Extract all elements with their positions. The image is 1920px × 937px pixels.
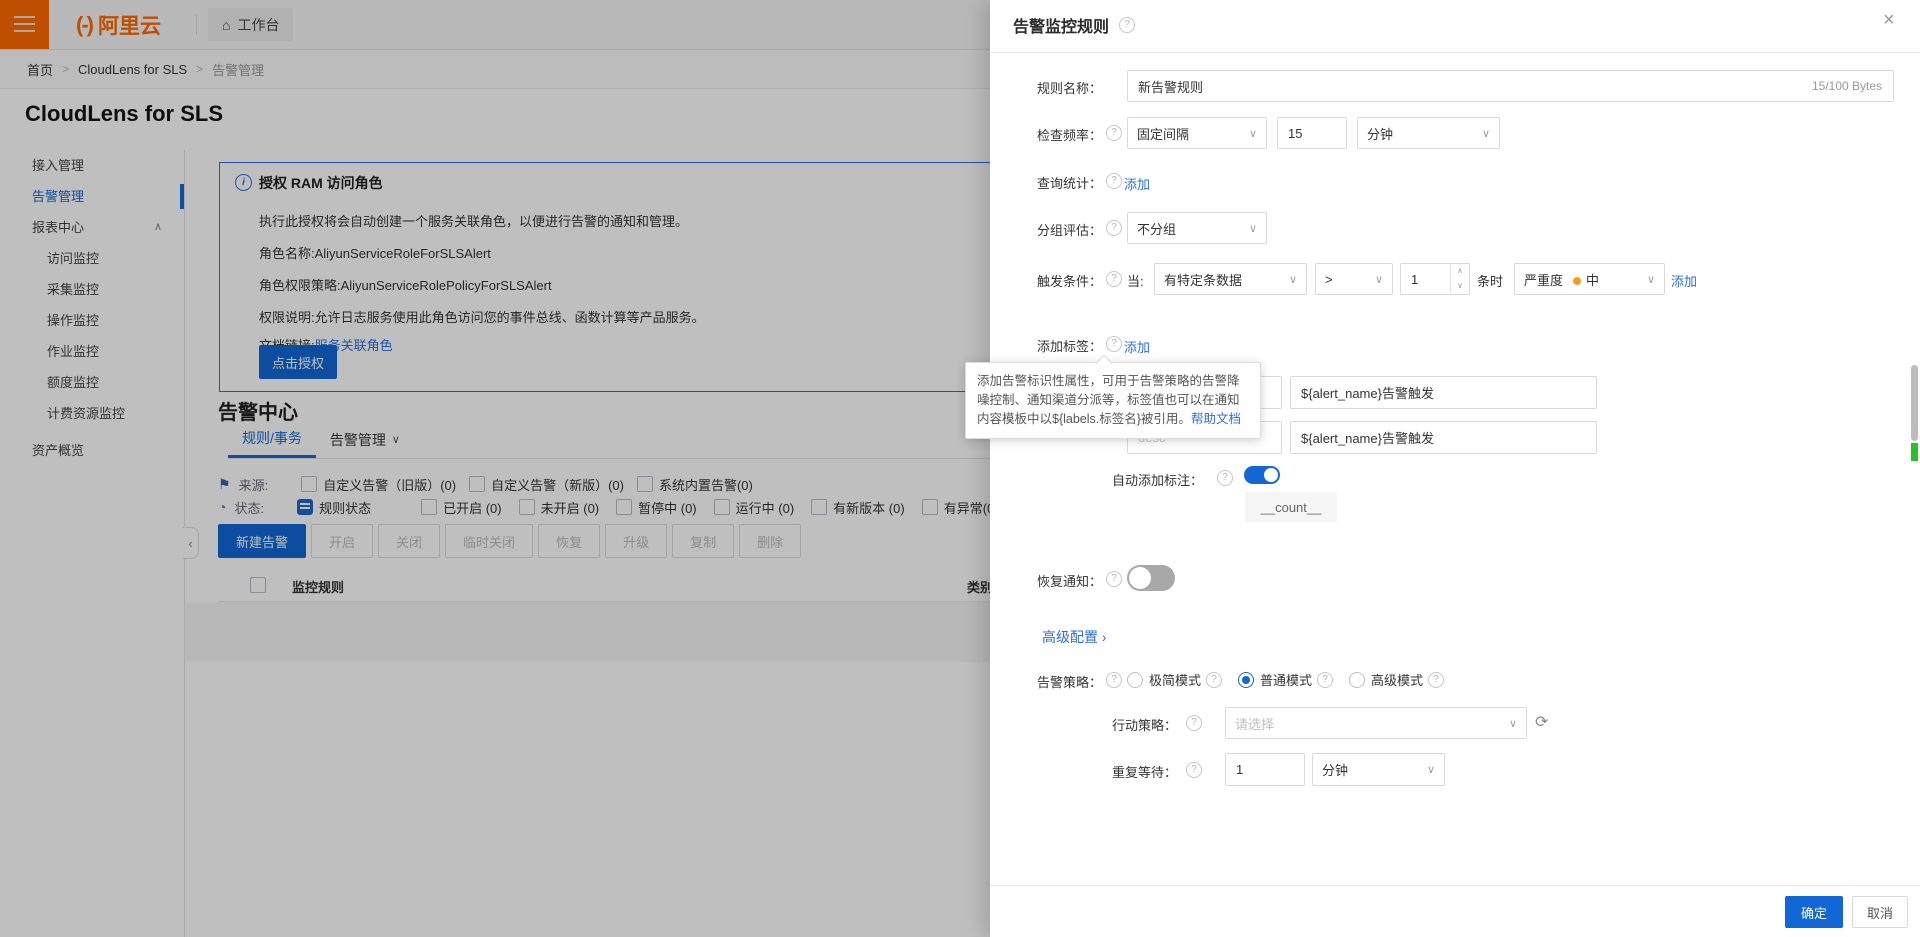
- repeat-wait-input[interactable]: [1225, 753, 1305, 786]
- add-labels-add-link[interactable]: 添加: [1124, 337, 1150, 356]
- auto-annotation-toggle[interactable]: [1244, 466, 1280, 484]
- chevron-down-icon: ∨: [1249, 127, 1257, 140]
- screen: (-) 阿里云 ⌂ 工作台 首页 > CloudLens for SLS > 告…: [0, 0, 1920, 937]
- recover-notify-label: 恢复通知：: [990, 571, 1102, 590]
- query-stats-label: 查询统计：: [990, 173, 1102, 192]
- modal-dim-overlay: [0, 0, 990, 937]
- trigger-condition-select[interactable]: 有特定条数据 ∨: [1154, 263, 1307, 295]
- alert-policy-radio[interactable]: 高级模式 ?: [1349, 670, 1444, 689]
- chevron-down-icon: ∨: [1647, 273, 1655, 286]
- group-eval-select[interactable]: 不分组 ∨: [1127, 212, 1267, 244]
- interval-value-input[interactable]: [1277, 117, 1347, 149]
- number-spinner: ∧ ∨: [1450, 264, 1469, 294]
- chevron-down-icon: ∨: [1289, 273, 1297, 286]
- chevron-down-icon: ∨: [1427, 763, 1435, 776]
- help-icon[interactable]: ?: [1106, 173, 1122, 189]
- close-icon[interactable]: ×: [1883, 10, 1895, 30]
- trigger-suffix-text: 条时: [1477, 271, 1503, 290]
- radio-icon[interactable]: [1127, 672, 1143, 688]
- drawer-scrollbar-thumb[interactable]: [1911, 365, 1918, 441]
- query-stats-add-link[interactable]: 添加: [1124, 174, 1150, 193]
- annotation-title-value-input[interactable]: [1290, 376, 1597, 409]
- radio-icon[interactable]: [1349, 672, 1365, 688]
- drawer-footer: 确定 取消: [990, 885, 1920, 937]
- help-icon[interactable]: ?: [1106, 672, 1122, 688]
- drawer-scrollbar-marker: [1911, 443, 1918, 461]
- alert-policy-radio[interactable]: 普通模式 ?: [1238, 670, 1333, 689]
- help-icon[interactable]: ?: [1206, 672, 1222, 688]
- help-icon[interactable]: ?: [1119, 17, 1135, 33]
- chevron-down-icon: ∨: [1375, 273, 1383, 286]
- action-policy-select[interactable]: 请选择 ∨: [1225, 707, 1527, 739]
- severity-dot-icon: [1573, 277, 1581, 285]
- recover-notify-toggle[interactable]: [1127, 565, 1175, 591]
- rule-name-counter: 15/100 Bytes: [1812, 79, 1882, 93]
- help-icon[interactable]: ?: [1106, 125, 1122, 141]
- trigger-count-input[interactable]: 1 ∧ ∨: [1400, 263, 1470, 295]
- severity-select[interactable]: 严重度中 ∨: [1514, 263, 1665, 295]
- spinner-up-icon[interactable]: ∧: [1451, 264, 1469, 279]
- help-icon[interactable]: ?: [1317, 672, 1333, 688]
- tooltip-help-doc-link[interactable]: 帮助文档: [1191, 412, 1241, 426]
- interval-type-select[interactable]: 固定间隔 ∨: [1127, 117, 1267, 149]
- rule-name-label: 规则名称：: [990, 78, 1102, 97]
- drawer-title: 告警监控规则: [1013, 13, 1109, 37]
- help-icon[interactable]: ?: [1217, 470, 1233, 486]
- add-labels-label: 添加标签：: [990, 336, 1102, 355]
- help-icon[interactable]: ?: [1186, 715, 1202, 731]
- repeat-wait-label: 重复等待：: [990, 762, 1177, 781]
- check-frequency-label: 检查频率：: [990, 125, 1102, 144]
- help-icon[interactable]: ?: [1106, 336, 1122, 352]
- help-icon[interactable]: ?: [1106, 571, 1122, 587]
- trigger-operator-select[interactable]: > ∨: [1315, 263, 1393, 295]
- alert-policy-radio-group: 极简模式 ? 普通模式 ? 高级模式 ?: [1127, 670, 1460, 689]
- help-icon[interactable]: ?: [1106, 271, 1122, 287]
- radio-icon[interactable]: [1238, 672, 1254, 688]
- count-annotation-chip: __count__: [1245, 492, 1337, 522]
- action-policy-label: 行动策略：: [990, 715, 1177, 734]
- annotation-desc-value-input[interactable]: [1290, 421, 1597, 454]
- add-label-tooltip: 添加告警标识性属性，可用于告警策略的告警降噪控制、通知渠道分派等，标签值也可以在…: [965, 362, 1261, 439]
- chevron-down-icon: ∨: [1249, 222, 1257, 235]
- rule-name-input[interactable]: [1127, 70, 1894, 102]
- help-icon[interactable]: ?: [1106, 220, 1122, 236]
- chevron-right-icon: ›: [1102, 629, 1107, 645]
- alert-policy-label: 告警策略：: [990, 672, 1102, 691]
- repeat-wait-unit-select[interactable]: 分钟 ∨: [1312, 753, 1445, 786]
- help-icon[interactable]: ?: [1428, 672, 1444, 688]
- alert-rule-drawer: 告警监控规则 ? × 规则名称： 15/100 Bytes 检查频率： ? 固定…: [990, 0, 1920, 937]
- interval-unit-select[interactable]: 分钟 ∨: [1357, 117, 1500, 149]
- confirm-button[interactable]: 确定: [1785, 896, 1843, 928]
- group-eval-label: 分组评估：: [990, 220, 1102, 239]
- chevron-down-icon: ∨: [1482, 127, 1490, 140]
- refresh-icon[interactable]: ⟳: [1535, 712, 1548, 732]
- trigger-add-link[interactable]: 添加: [1671, 271, 1697, 290]
- drawer-header-divider: [990, 52, 1920, 53]
- chevron-down-icon: ∨: [1509, 717, 1517, 730]
- advanced-config-link[interactable]: 高级配置 ›: [1042, 627, 1107, 647]
- trigger-when-text: 当:: [1127, 271, 1144, 290]
- auto-annotation-label: 自动添加标注：: [990, 470, 1203, 489]
- cancel-button[interactable]: 取消: [1852, 896, 1908, 928]
- spinner-down-icon[interactable]: ∨: [1451, 279, 1469, 294]
- help-icon[interactable]: ?: [1186, 762, 1202, 778]
- alert-policy-radio[interactable]: 极简模式 ?: [1127, 670, 1222, 689]
- trigger-condition-label: 触发条件：: [990, 271, 1102, 290]
